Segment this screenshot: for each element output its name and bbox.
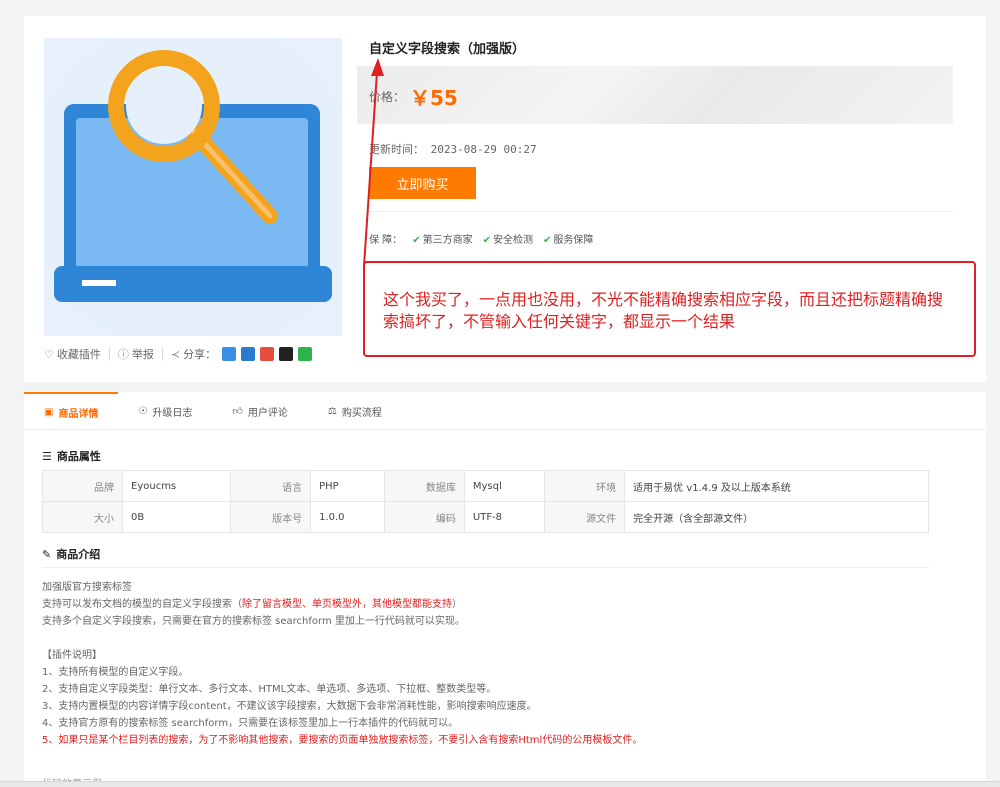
intro-line: 加强版官方搜索标签: [42, 582, 132, 593]
note-item: 3、支持内置模型的内容详情字段content，不建议该字段搜索，大数据下会非常消…: [42, 701, 537, 712]
price-label: 价格：: [369, 90, 406, 104]
qq-friend-share-icon[interactable]: [279, 347, 294, 361]
product-image: [44, 38, 342, 336]
search-laptop-icon: [44, 38, 342, 336]
note-item: 1、支持所有模型的自定义字段。: [42, 667, 189, 678]
check-icon: ✔: [412, 235, 421, 246]
guarantee-row: 保 障： ✔ 第三方商家 ✔ 安全检测 ✔ 服务保障: [369, 231, 593, 246]
update-value: 2023-08-29 00:27: [430, 143, 537, 156]
heart-icon: ♡: [44, 347, 54, 361]
share-icon: ≺: [170, 347, 181, 361]
divider: [161, 347, 163, 361]
price-value: ￥55: [410, 86, 458, 110]
detail-tabs: ▣ 商品详情 ☉ 升级日志 👍︎ 用户评论 ⚖ 购买流程: [24, 392, 986, 430]
note-item: 2、支持自定义字段类型：单行文本、多行文本、HTML文本、单选项、多选项、下拉框…: [42, 684, 497, 695]
note-item-warning: 5、如果只是某个栏目列表的搜索，为了不影响其他搜索，要搜索的页面单独放搜索标签，…: [42, 735, 643, 746]
share-label: 分享：: [183, 348, 217, 361]
notes-title: 【插件说明】: [42, 650, 102, 661]
attributes-heading: ☰ 商品属性: [42, 449, 101, 464]
check-icon: ✔: [482, 235, 491, 246]
annotation-box: 这个我买了，一点用也没用，不光不能精确搜索相应字段，而且还把标题精确搜索搞坏了，…: [363, 261, 976, 357]
intro-content: 加强版官方搜索标签 支持可以发布文档的模型的自定义字段搜索（除了留言模型、单页模…: [42, 579, 642, 749]
tab-product-detail[interactable]: ▣ 商品详情: [24, 392, 119, 430]
intro-line: 支持多个自定义字段搜索，只需要在官方的搜索标签 searchform 里加上一行…: [42, 616, 465, 627]
divider: [369, 211, 953, 212]
divider: [108, 347, 110, 361]
upgrade-icon: ☉: [138, 405, 148, 417]
guarantee-item: ✔ 第三方商家: [412, 235, 473, 246]
report-link[interactable]: 举报: [132, 346, 154, 362]
guarantee-item: ✔ 服务保障: [542, 235, 594, 246]
qzone-share-icon[interactable]: [222, 347, 237, 361]
tab-purchase-flow[interactable]: ⚖ 购买流程: [308, 392, 402, 430]
update-label: 更新时间：: [369, 143, 424, 156]
list-search-icon: ☰: [42, 449, 52, 463]
warning-icon: ⓘ: [117, 348, 129, 361]
table-row: 大小 0B 版本号 1.0.0 编码 UTF-8 源文件 完全开源（含全部源文件…: [42, 501, 929, 533]
table-row: 品牌 Eyoucms 语言 PHP 数据库 Mysql 环境 适用于易优 v1.…: [42, 470, 929, 502]
intro-line: 支持可以发布文档的模型的自定义字段搜索（除了留言模型、单页模型外，其他模型都能支…: [42, 599, 462, 610]
thumbs-up-icon: 👍︎: [232, 406, 243, 417]
update-time: 更新时间： 2023-08-29 00:27: [369, 141, 537, 157]
product-actions: ♡ 收藏插件 ⓘ 举报 ≺ 分享：: [44, 344, 313, 364]
buy-now-button[interactable]: 立即购买: [369, 167, 476, 199]
note-item: 4、支持官方原有的搜索标签 searchform，只需要在该标签里加上一行本插件…: [42, 718, 459, 729]
scale-icon: ⚖: [327, 405, 337, 417]
tab-reviews[interactable]: 👍︎ 用户评论: [212, 392, 307, 430]
horizontal-scrollbar[interactable]: [0, 781, 1000, 787]
share-icons: [222, 347, 313, 361]
edit-icon: ✎: [42, 547, 52, 561]
check-icon: ✔: [542, 235, 552, 246]
wechat-share-icon[interactable]: [298, 347, 313, 361]
detail-icon: ▣: [44, 406, 54, 418]
favorite-link[interactable]: 收藏插件: [57, 346, 101, 362]
tab-changelog[interactable]: ☉ 升级日志: [118, 392, 212, 430]
qq-share-icon[interactable]: [241, 347, 256, 361]
attributes-table: 品牌 Eyoucms 语言 PHP 数据库 Mysql 环境 适用于易优 v1.…: [42, 470, 929, 533]
product-title: 自定义字段搜索（加强版）: [369, 42, 526, 57]
divider: [42, 567, 929, 568]
guarantee-item: ✔ 安全检测: [482, 235, 533, 246]
weibo-share-icon[interactable]: [260, 347, 275, 361]
guarantee-label: 保 障：: [369, 235, 403, 246]
intro-heading: ✎ 商品介绍: [42, 547, 101, 562]
